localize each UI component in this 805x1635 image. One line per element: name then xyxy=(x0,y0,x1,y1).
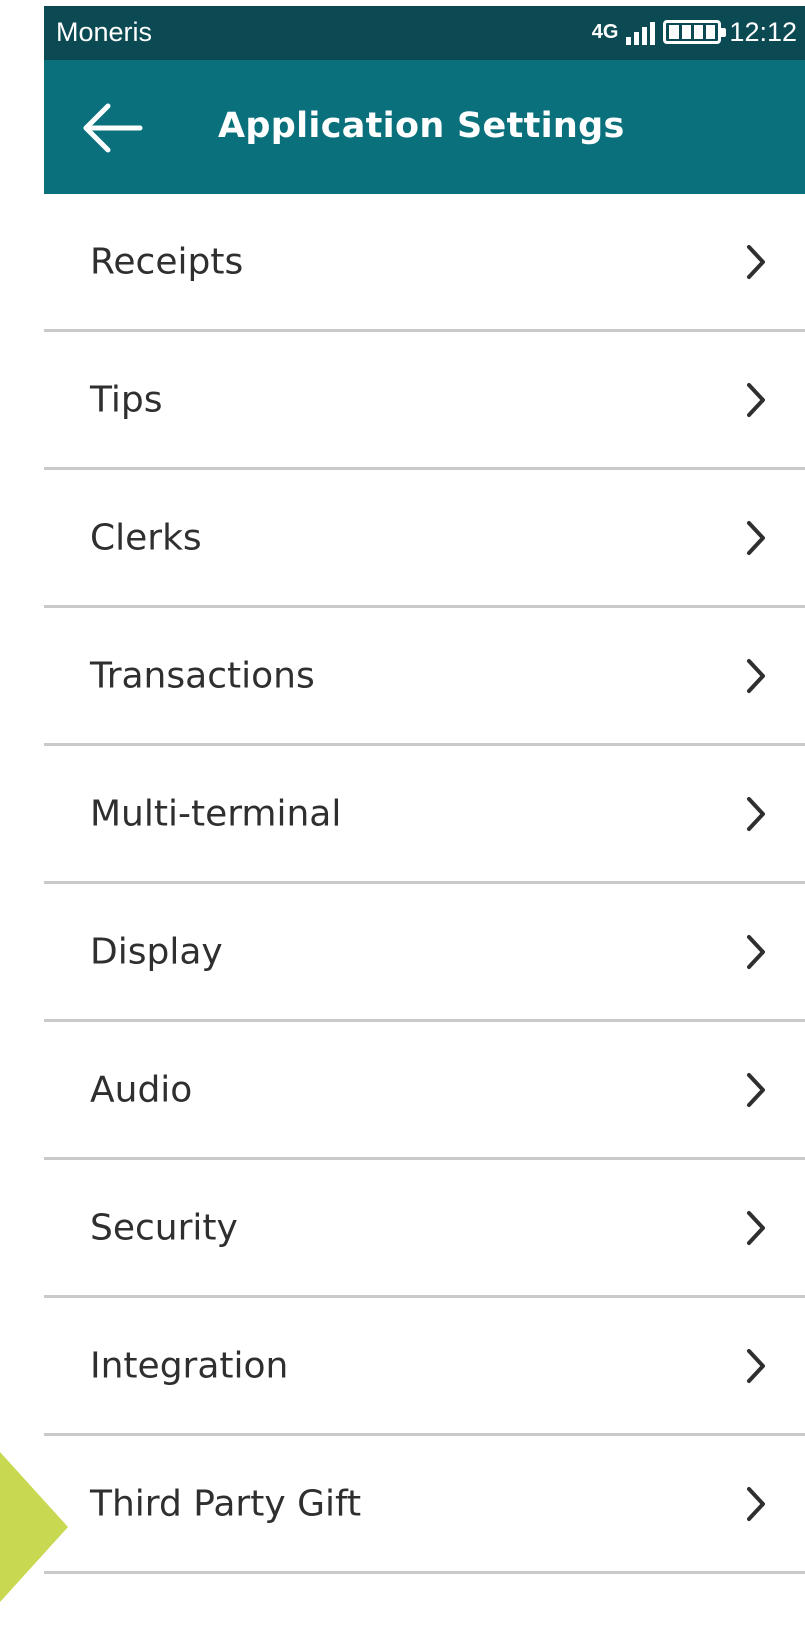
settings-item-label: Security xyxy=(90,1207,238,1248)
settings-item-label: Clerks xyxy=(90,517,202,558)
settings-item-label: Receipts xyxy=(90,241,244,282)
settings-item-label: Transactions xyxy=(90,655,315,696)
settings-item-display[interactable]: Display xyxy=(44,884,805,1022)
settings-item-transactions[interactable]: Transactions xyxy=(44,608,805,746)
clock: 12:12 xyxy=(729,16,797,47)
chevron-right-icon xyxy=(747,796,765,831)
phone-screen: Moneris 4G 12:12 Application Settings Re… xyxy=(44,6,805,1635)
status-bar: Moneris 4G 12:12 xyxy=(44,6,805,60)
chevron-right-icon xyxy=(747,1210,765,1245)
chevron-right-icon xyxy=(747,520,765,555)
settings-item-label: Multi-terminal xyxy=(90,793,342,834)
carrier-name: Moneris xyxy=(56,17,153,47)
settings-item-multi-terminal[interactable]: Multi-terminal xyxy=(44,746,805,884)
pointer-arrow-icon xyxy=(0,1452,68,1602)
chevron-right-icon xyxy=(747,382,765,417)
app-bar: Application Settings xyxy=(44,60,805,194)
settings-item-clerks[interactable]: Clerks xyxy=(44,470,805,608)
settings-item-audio[interactable]: Audio xyxy=(44,1022,805,1160)
chevron-right-icon xyxy=(747,244,765,279)
chevron-right-icon xyxy=(747,1348,765,1383)
settings-item-label: Third Party Gift xyxy=(90,1483,362,1524)
settings-item-tips[interactable]: Tips xyxy=(44,332,805,470)
settings-item-third-party-gift[interactable]: Third Party Gift xyxy=(44,1436,805,1574)
chevron-right-icon xyxy=(747,934,765,969)
page-title: Application Settings xyxy=(218,106,625,146)
settings-item-label: Integration xyxy=(90,1345,289,1386)
back-button[interactable] xyxy=(78,98,148,158)
settings-item-label: Audio xyxy=(90,1069,193,1110)
chevron-right-icon xyxy=(747,1486,765,1521)
arrow-left-icon xyxy=(83,103,143,153)
settings-item-label: Tips xyxy=(90,379,163,420)
chevron-right-icon xyxy=(747,1072,765,1107)
settings-list: Receipts Tips Clerks Transactions Multi-term… xyxy=(44,194,805,1574)
battery-icon xyxy=(663,20,727,44)
settings-item-label: Display xyxy=(90,931,223,972)
chevron-right-icon xyxy=(747,658,765,693)
network-type: 4G xyxy=(591,20,619,43)
settings-item-integration[interactable]: Integration xyxy=(44,1298,805,1436)
status-indicators: 4G 12:12 xyxy=(592,14,797,50)
signal-bars-icon xyxy=(626,19,656,45)
settings-item-security[interactable]: Security xyxy=(44,1160,805,1298)
settings-item-receipts[interactable]: Receipts xyxy=(44,194,805,332)
